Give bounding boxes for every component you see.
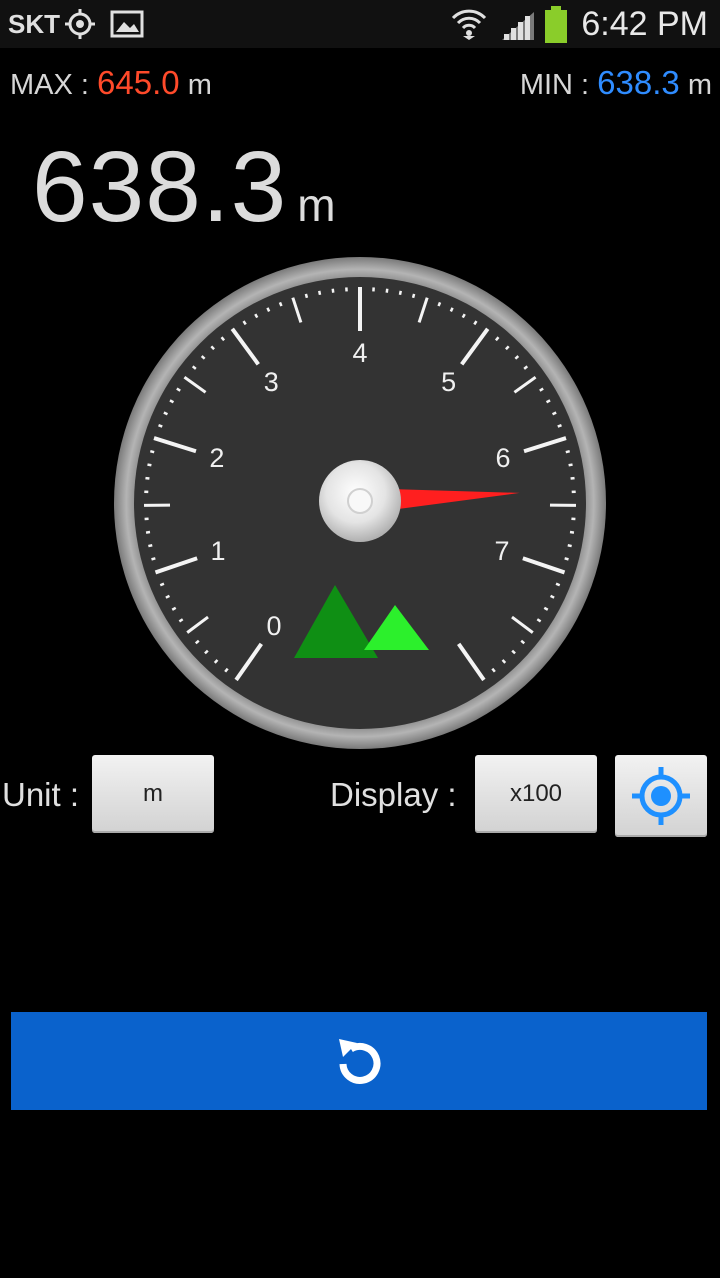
status-bar: SKT 6:42 PM [0,0,720,48]
gauge-tick [549,594,555,599]
gauge-tick [449,307,454,312]
gauge-label: 2 [209,443,224,473]
max-label: MAX : [10,69,89,101]
gauge-tick [564,557,569,561]
gauge-tick [254,313,259,319]
gauge-tick [385,288,389,293]
altitude-value: 638.3 [32,131,288,243]
battery-icon [545,6,567,43]
clock: 6:42 PM [581,5,708,43]
display-button-label: x100 [509,780,563,807]
max-altitude: MAX : 645.0 m [10,64,212,102]
min-unit: m [687,69,712,101]
unit-button[interactable]: m [92,755,214,833]
gauge-label: 3 [264,367,279,397]
carrier-label: SKT [8,9,60,39]
signal-icon [502,12,534,40]
gauge-label: 4 [352,338,367,368]
gauge-tick [569,530,575,534]
gauge-tick [169,399,175,404]
refresh-icon [339,1039,381,1084]
locate-button[interactable] [615,755,707,837]
gauge-label: 6 [496,443,511,473]
gauge-tick [278,301,283,307]
gauge-tick [411,293,416,299]
gauge-tick [552,411,557,416]
gauge-tick [565,449,570,454]
unit-button-label: m [143,780,163,807]
gauge-tick [331,288,335,293]
gauge-tick [543,606,549,611]
gauge-label: 1 [210,536,225,566]
gauge-tick [151,557,156,561]
gauge-tick [555,582,561,587]
gauge-tick [437,301,442,307]
gauge-tick [145,530,151,534]
gauge-tick [545,399,551,404]
altimeter-gauge: 0 1 2 3 4 5 6 7 [114,257,606,749]
unit-label: Unit : [2,776,80,813]
max-unit: m [187,69,212,101]
gauge-tick [304,293,309,299]
gauge-tick [163,411,168,416]
gauge-tick [165,594,171,599]
min-value: 638.3 [597,64,680,101]
min-label: MIN : [519,69,590,101]
hub-center [347,488,373,514]
gauge-tick [568,463,573,467]
gauge-tick [318,290,322,296]
reset-button[interactable] [11,1012,707,1110]
gauge-tick [557,423,562,428]
gauge-tick [150,449,155,454]
gauge-tick [398,290,402,296]
min-altitude: MIN : 638.3 m [520,64,712,102]
gauge-label: 0 [266,611,281,641]
altitude-unit: m [297,179,336,231]
gauge-tick [567,544,572,548]
gauge-label: 7 [495,536,510,566]
max-value: 645.0 [97,64,180,101]
gauge-tick [266,307,271,312]
gauge-label: 5 [441,367,456,397]
target-icon [632,767,690,825]
altitude-readout: 638.3 m [32,130,336,245]
gauge-tick [171,606,177,611]
gallery-icon [110,10,144,38]
gauge-tick [147,463,152,467]
gauge-tick [148,544,153,548]
display-label: Display : [330,776,457,813]
gauge-tick [159,582,165,587]
gps-icon [65,9,95,39]
gauge-tick [461,313,466,319]
wifi-icon [451,9,487,40]
display-button[interactable]: x100 [475,755,597,833]
gauge-tick [158,423,163,428]
